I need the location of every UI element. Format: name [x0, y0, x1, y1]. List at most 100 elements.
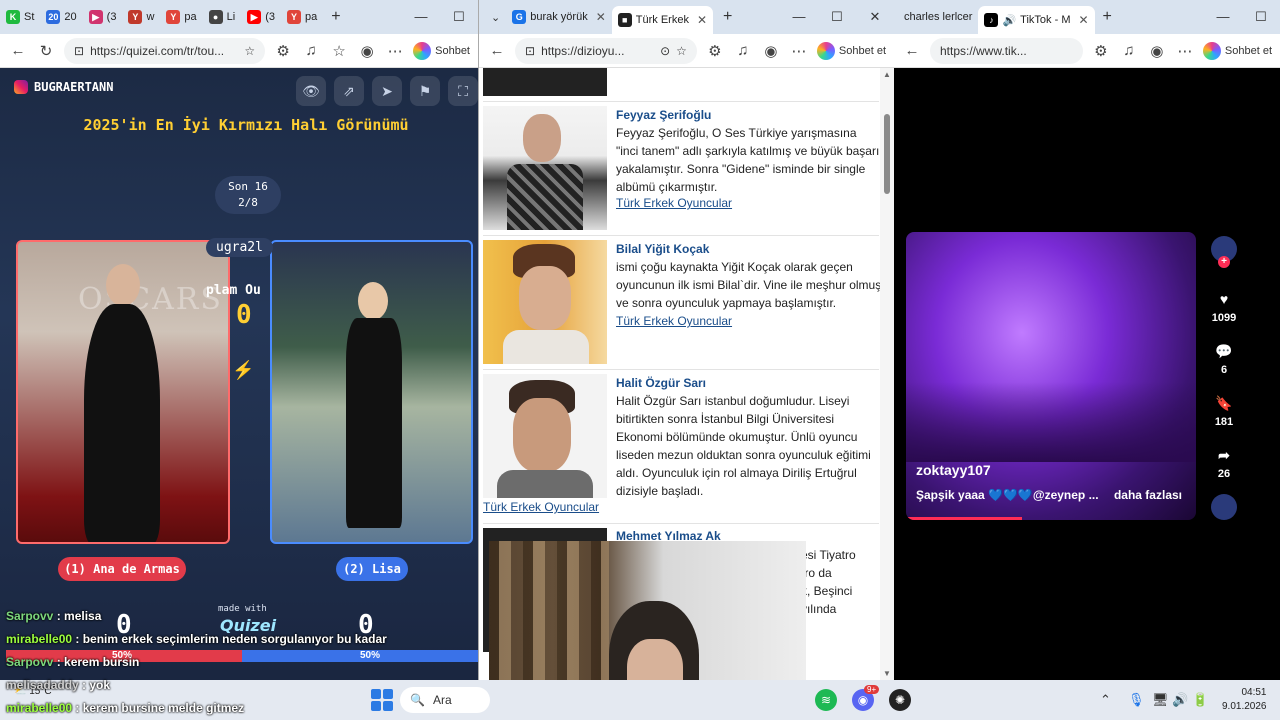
- candidate-1-card[interactable]: OSCARS: [16, 240, 230, 544]
- taskbar-search[interactable]: 🔍 Ara: [400, 687, 490, 713]
- comment-button[interactable]: 💬 6: [1208, 338, 1240, 377]
- favorite-star-icon[interactable]: ☆: [244, 44, 255, 58]
- maximize-icon[interactable]: ☐: [818, 9, 856, 25]
- candidate-1-label[interactable]: (1) Ana de Armas: [58, 557, 186, 581]
- actor-name[interactable]: Feyyaz Şerifoğlu: [616, 108, 711, 122]
- tab-list-icon[interactable]: ⌄: [485, 11, 506, 24]
- minimize-icon[interactable]: —: [402, 9, 440, 25]
- app-icon[interactable]: ✺: [889, 689, 911, 711]
- volume-icon[interactable]: 🔊: [1172, 692, 1188, 708]
- tab-3[interactable]: ▶ (3: [83, 3, 123, 31]
- category-link[interactable]: Türk Erkek Oyuncular: [483, 500, 599, 514]
- minimize-icon[interactable]: —: [1204, 9, 1242, 25]
- tab-dizi[interactable]: ■ Türk Erkek ✕: [611, 6, 714, 34]
- video-username[interactable]: zoktayy107: [916, 462, 991, 478]
- battery-icon[interactable]: 🔋: [1192, 692, 1208, 708]
- actor-name[interactable]: Bilal Yiğit Koçak: [616, 242, 709, 256]
- tab-bar: charles lerlcer ♪ 🔊 TikTok - M ✕ + — ☐: [894, 0, 1280, 34]
- tab-bar: K St 20 20 ▶ (3 Yw Ypa ● Li ▶ (3 Ypa + — ☐: [0, 0, 478, 34]
- sound-avatar[interactable]: [1208, 494, 1240, 520]
- scroll-up-icon[interactable]: ▲: [883, 70, 891, 79]
- close-tab-icon[interactable]: ✕: [596, 10, 606, 24]
- video-progress-bar[interactable]: [906, 517, 1022, 520]
- category-link[interactable]: Türk Erkek Oyuncular: [616, 196, 732, 210]
- clock[interactable]: 04:51 9.01.2026: [1222, 686, 1267, 714]
- close-icon[interactable]: ✕: [856, 9, 894, 25]
- music-icon[interactable]: ♫: [733, 42, 753, 59]
- minimize-icon[interactable]: —: [780, 9, 818, 25]
- tab-1[interactable]: K St: [0, 3, 40, 31]
- candidate-2-label[interactable]: (2) Lisa: [336, 557, 408, 581]
- maximize-icon[interactable]: ☐: [1242, 9, 1280, 25]
- copilot-icon: [1202, 41, 1221, 60]
- favorite-star-icon[interactable]: ☆: [676, 44, 687, 58]
- tab-8[interactable]: Ypa: [281, 3, 323, 31]
- profile-icon[interactable]: ◉: [357, 42, 377, 60]
- copilot-chat-button[interactable]: Sohbet: [413, 41, 470, 60]
- share-button[interactable]: ➦ 26: [1208, 442, 1240, 481]
- music-icon[interactable]: ♫: [301, 42, 321, 59]
- candidate-2-card[interactable]: [270, 240, 473, 544]
- more-link[interactable]: daha fazlası: [1114, 488, 1182, 502]
- new-tab-button[interactable]: +: [1095, 8, 1120, 26]
- reader-icon[interactable]: ⊙: [660, 44, 670, 58]
- new-tab-button[interactable]: +: [713, 8, 742, 26]
- new-tab-button[interactable]: +: [323, 8, 348, 26]
- close-tab-icon[interactable]: ✕: [1078, 13, 1088, 27]
- favorites-icon[interactable]: ☆: [329, 42, 349, 60]
- tab-search[interactable]: charles lerlcer: [898, 3, 978, 31]
- copilot-chat-button[interactable]: Sohbet et: [1202, 41, 1272, 60]
- tab-4[interactable]: Yw: [122, 3, 160, 31]
- speaker-icon[interactable]: 🔊: [1002, 14, 1016, 27]
- chevron-up-icon[interactable]: ⌃: [1100, 692, 1111, 708]
- scroll-thumb[interactable]: [884, 114, 890, 194]
- tab-7[interactable]: ▶ (3: [241, 3, 281, 31]
- back-icon[interactable]: ←: [902, 42, 922, 59]
- spotify-icon[interactable]: ≋: [815, 689, 837, 711]
- address-bar[interactable]: ⊡ https://dizioyu... ⊙ ☆: [515, 37, 697, 64]
- creator-avatar[interactable]: +: [1208, 236, 1240, 268]
- tab-6[interactable]: ● Li: [203, 3, 242, 31]
- scroll-down-icon[interactable]: ▼: [883, 669, 891, 678]
- refresh-icon[interactable]: ↻: [36, 42, 56, 60]
- save-button[interactable]: 🔖 181: [1208, 390, 1240, 429]
- back-icon[interactable]: ←: [487, 42, 507, 59]
- vertical-scrollbar[interactable]: ▲ ▼: [880, 68, 894, 680]
- microphone-icon[interactable]: 🎙: [1128, 692, 1145, 708]
- extensions-icon[interactable]: ⚙: [273, 42, 293, 60]
- search-icon: 🔍: [410, 693, 425, 707]
- more-icon[interactable]: ⋯: [385, 42, 405, 60]
- more-icon[interactable]: ⋯: [789, 42, 809, 60]
- site-info-icon[interactable]: ⊡: [525, 44, 535, 58]
- fullscreen-icon[interactable]: ⛶: [448, 76, 478, 106]
- maximize-icon[interactable]: ☐: [440, 9, 478, 25]
- like-button[interactable]: ♥ 1099: [1208, 286, 1240, 324]
- music-icon[interactable]: ♫: [1119, 42, 1139, 59]
- address-bar[interactable]: ⊡ https://quizei.com/tr/tou... ☆: [64, 37, 266, 64]
- share-icon[interactable]: ⇗: [334, 76, 364, 106]
- address-bar[interactable]: https://www.tik...: [930, 37, 1083, 64]
- flag-icon[interactable]: ⚑: [410, 76, 440, 106]
- back-icon[interactable]: ←: [8, 42, 28, 59]
- actor-name[interactable]: Halit Özgür Sarı: [616, 376, 706, 390]
- start-button[interactable]: [371, 689, 393, 711]
- youtube-icon: ▶: [247, 10, 262, 24]
- extensions-icon[interactable]: ⚙: [705, 42, 725, 60]
- send-icon[interactable]: ➤: [372, 76, 402, 106]
- copilot-chat-button[interactable]: Sohbet et: [816, 41, 886, 60]
- tab-5[interactable]: Ypa: [160, 3, 202, 31]
- eye-icon[interactable]: 👁: [296, 76, 326, 106]
- tiktok-video[interactable]: zoktayy107 Şapşik yaaa 💙💙💙@zeynep ... da…: [906, 232, 1196, 520]
- network-icon[interactable]: 🖥: [1152, 692, 1169, 708]
- follow-plus-icon[interactable]: +: [1218, 256, 1230, 268]
- profile-icon[interactable]: ◉: [761, 42, 781, 60]
- site-info-icon[interactable]: ⊡: [74, 44, 84, 58]
- category-link[interactable]: Türk Erkek Oyuncular: [616, 314, 732, 328]
- tab-tiktok[interactable]: ♪ 🔊 TikTok - M ✕: [978, 6, 1095, 34]
- tab-google[interactable]: Gburak yörük ✕: [506, 3, 612, 31]
- extensions-icon[interactable]: ⚙: [1091, 42, 1111, 60]
- more-icon[interactable]: ⋯: [1175, 42, 1195, 60]
- tab-2[interactable]: 20 20: [40, 3, 82, 31]
- close-tab-icon[interactable]: ✕: [697, 13, 707, 27]
- profile-icon[interactable]: ◉: [1147, 42, 1167, 60]
